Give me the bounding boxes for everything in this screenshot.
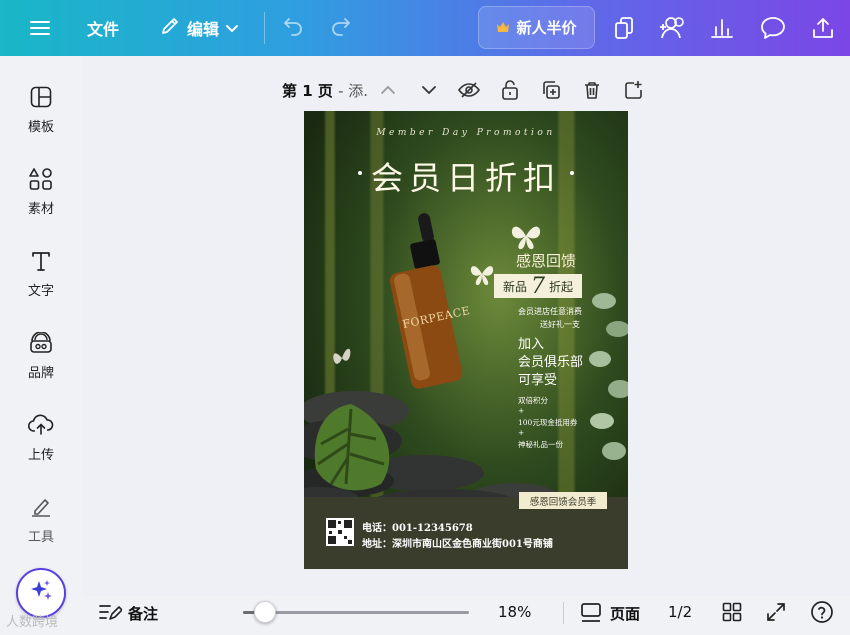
eucalyptus-leaves: [589, 293, 628, 460]
zoom-level[interactable]: 18%: [498, 603, 531, 621]
discount-suffix: 折起: [549, 279, 574, 294]
sidebar-item-upload[interactable]: 上传: [0, 406, 82, 476]
hamburger-icon[interactable]: [26, 16, 54, 40]
help-icon[interactable]: [810, 600, 834, 624]
page-count: 1/2: [668, 603, 693, 621]
join-line-2: 会员俱乐部: [518, 355, 584, 370]
notes-icon[interactable]: [98, 602, 123, 624]
page-title[interactable]: 第 1 页 - 添.: [282, 80, 368, 101]
toolbar-divider: [264, 12, 265, 44]
butterfly-icon: [511, 226, 541, 250]
poster-title: 会员日折扣: [370, 159, 561, 197]
zoom-slider-track[interactable]: [243, 611, 469, 614]
file-menu[interactable]: 文件: [85, 16, 121, 40]
qr-code: [326, 518, 354, 546]
join-line-3: 可享受: [518, 373, 558, 388]
tools-icon: [28, 494, 54, 520]
chevron-up-icon[interactable]: [376, 78, 400, 102]
left-sidebar: 模板 素材 文字 品牌 上传 工具: [0, 56, 82, 635]
page-toolbar: 第 1 页 - 添.: [282, 74, 368, 106]
design-page-poster[interactable]: FORPEACE Member Day Promotion 会员日折扣 感恩回馈…: [304, 111, 628, 569]
sidebar-item-label: 品牌: [27, 366, 54, 381]
watermark-text: 人数跨境: [6, 615, 59, 630]
copy-icon[interactable]: [611, 15, 637, 41]
elements-icon: [28, 166, 54, 192]
upload-icon: [28, 412, 54, 438]
benefit-3: 神秘礼品一份: [518, 440, 563, 449]
pages-button[interactable]: 页面: [610, 603, 640, 624]
promo-line-2: 送好礼一支: [540, 320, 580, 329]
season-tag: 感恩回馈会员季: [519, 492, 607, 509]
discount-prefix: 新品: [502, 279, 527, 294]
bottom-divider: [563, 602, 564, 624]
sidebar-item-label: 上传: [27, 448, 54, 463]
sidebar-item-templates[interactable]: 模板: [0, 78, 82, 148]
sidebar-item-label: 工具: [27, 530, 54, 545]
comment-icon[interactable]: [759, 15, 787, 41]
promo-button[interactable]: 新人半价: [478, 6, 595, 49]
sidebar-item-label: 素材: [27, 202, 54, 217]
sidebar-item-elements[interactable]: 素材: [0, 160, 82, 230]
page-number-label: 第 1 页: [282, 81, 333, 100]
sidebar-item-label: 模板: [27, 120, 54, 135]
promo-line-1: 会员进店任意消费: [518, 307, 582, 316]
page-view-icon[interactable]: [580, 602, 602, 624]
chevron-down-icon[interactable]: [417, 78, 441, 102]
sparkle-icon: [28, 578, 54, 608]
monstera-leaf: [314, 404, 390, 491]
benefit-2: 100元现金抵用券: [518, 418, 578, 427]
grid-view-icon[interactable]: [722, 602, 744, 624]
duplicate-icon[interactable]: [539, 78, 563, 102]
sidebar-item-tools[interactable]: 工具: [0, 488, 82, 558]
add-page-icon[interactable]: [621, 78, 645, 102]
crown-icon: [496, 19, 510, 37]
top-toolbar: 文件 编辑 新人半价: [0, 0, 850, 56]
lock-icon[interactable]: [498, 78, 522, 102]
trash-icon[interactable]: [580, 78, 604, 102]
thanks-heading: 感恩回馈: [516, 252, 577, 270]
text-icon: [28, 248, 54, 274]
chevron-down-icon: [225, 19, 239, 38]
serum-bottle: [389, 213, 463, 389]
benefit-plus: +: [518, 428, 525, 437]
redo-icon[interactable]: [329, 15, 353, 39]
visibility-icon[interactable]: [457, 78, 481, 102]
sidebar-item-label: 文字: [27, 284, 54, 299]
discount-number: 7: [531, 273, 545, 299]
butterfly-icon: [470, 266, 494, 286]
sidebar-item-brand[interactable]: 品牌: [0, 324, 82, 394]
notes-button[interactable]: 备注: [128, 603, 158, 624]
share-people-icon[interactable]: [657, 14, 689, 42]
brand-icon: [28, 330, 54, 356]
template-icon: [28, 84, 54, 110]
undo-icon[interactable]: [281, 15, 305, 39]
edit-menu[interactable]: 编辑: [152, 15, 246, 41]
contact-phone: 电话：001-12345678: [362, 523, 473, 534]
pencil-icon: [159, 15, 181, 41]
page-subtitle: - 添.: [338, 81, 369, 100]
benefit-1: 双倍积分: [518, 396, 548, 405]
chart-icon[interactable]: [709, 15, 735, 41]
promo-label: 新人半价: [516, 19, 577, 37]
poster-english-heading: Member Day Promotion: [376, 128, 556, 138]
contact-address: 地址：深圳市南山区金色商业街001号商铺: [362, 539, 553, 550]
expand-icon[interactable]: [766, 602, 788, 624]
butterfly-icon: [333, 348, 351, 364]
export-icon[interactable]: [810, 14, 836, 42]
benefit-plus: +: [518, 406, 525, 415]
join-line-1: 加入: [518, 337, 545, 352]
edit-label: 编辑: [186, 20, 219, 39]
discount-badge: 新品 7 折起: [494, 273, 582, 299]
sidebar-item-text[interactable]: 文字: [0, 242, 82, 312]
